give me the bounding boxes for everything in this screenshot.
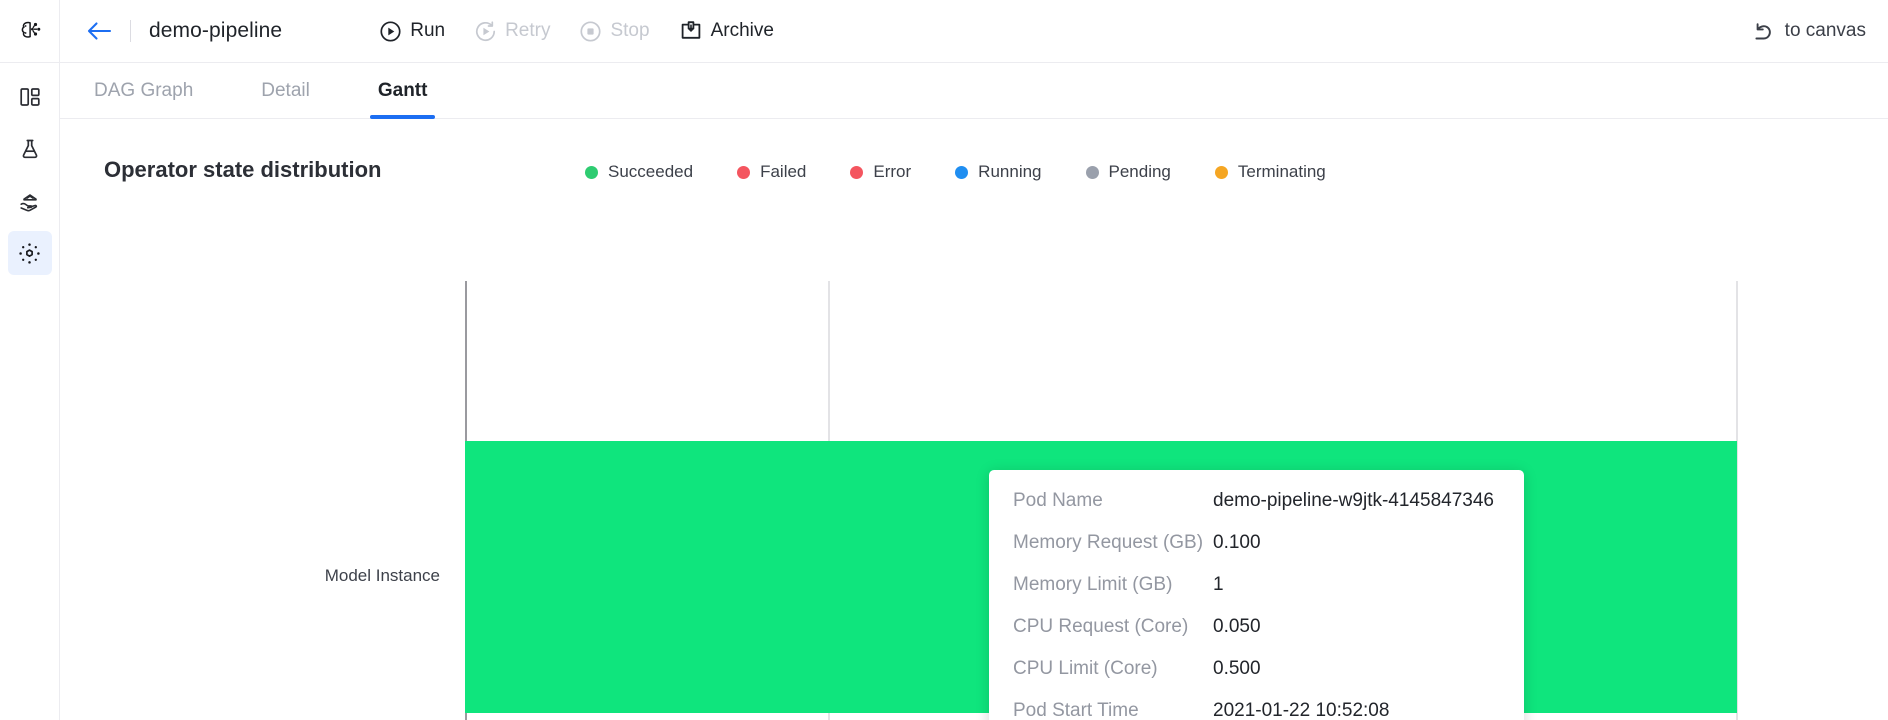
tooltip-key-memory-request: Memory Request (GB)	[1013, 532, 1204, 553]
stop-circle-icon	[580, 20, 602, 42]
retry-circle-icon	[476, 20, 496, 41]
tooltip-row-pod-start-time: Pod Start Time 2021-01-22 10:52:08	[1013, 700, 1500, 720]
main-column: demo-pipeline Run Retry Stop Archive to …	[60, 0, 1888, 720]
tooltip-row-memory-request: Memory Request (GB) 0.100	[1013, 532, 1500, 574]
tooltip-key-cpu-limit: CPU Limit (Core)	[1013, 658, 1158, 679]
tooltip-value-cpu-limit: 0.500	[1213, 658, 1261, 679]
app-root: demo-pipeline Run Retry Stop Archive to …	[0, 0, 1888, 720]
header-toolbar: Run Retry Stop Archive	[380, 20, 774, 42]
stop-button-label: Stop	[610, 20, 650, 41]
sidebar-item-serving[interactable]	[8, 179, 52, 223]
tooltip-key-pod-name: Pod Name	[1013, 490, 1103, 511]
tooltip-key-memory-limit: Memory Limit (GB)	[1013, 574, 1173, 595]
tab-dag-graph-label: DAG Graph	[94, 79, 194, 101]
stop-button[interactable]: Stop	[580, 20, 650, 42]
back-button[interactable]	[86, 20, 112, 42]
tooltip-value-memory-request: 0.100	[1213, 532, 1261, 553]
sidebar-item-dashboard[interactable]	[8, 75, 52, 119]
run-button-label: Run	[410, 20, 446, 41]
dashboard-grid-icon	[19, 88, 40, 106]
undo-arrow-icon	[1755, 23, 1771, 40]
flask-icon	[22, 139, 37, 159]
tab-detail-label: Detail	[261, 79, 310, 101]
tooltip-row-memory-limit: Memory Limit (GB) 1	[1013, 574, 1500, 616]
tooltip-row-cpu-limit: CPU Limit (Core) 0.500	[1013, 658, 1500, 700]
sidebar-item-pipelines[interactable]	[7, 231, 52, 275]
play-circle-icon	[380, 20, 401, 42]
header-divider	[130, 20, 131, 42]
y-axis-label-model-instance: Model Instance	[324, 566, 440, 585]
page-title: demo-pipeline	[149, 19, 283, 42]
archive-button-label: Archive	[710, 20, 774, 41]
tooltip-key-pod-start-time: Pod Start Time	[1013, 700, 1139, 720]
run-button[interactable]: Run	[380, 20, 445, 42]
back-arrow-icon	[87, 22, 112, 40]
to-canvas-button[interactable]: to canvas	[1752, 20, 1866, 42]
app-logo[interactable]	[0, 0, 60, 63]
pod-detail-tooltip: Pod Name demo-pipeline-w9jtk-4145847346 …	[989, 470, 1524, 720]
tooltip-key-cpu-request: CPU Request (Core)	[1013, 616, 1189, 637]
gantt-panel: Operator state distribution Succeeded Fa…	[60, 119, 1888, 720]
sidebar-item-experiments[interactable]	[8, 127, 52, 171]
view-tabs: DAG Graph Detail Gantt	[60, 63, 1888, 119]
gantt-plot: Model Instance 10:52:08 10:52:10 10:52:1…	[60, 119, 1888, 720]
gear-target-icon	[19, 242, 40, 264]
tooltip-value-pod-start-time: 2021-01-22 10:52:08	[1213, 700, 1390, 720]
archive-button[interactable]: Archive	[680, 20, 774, 42]
tab-detail[interactable]: Detail	[253, 63, 318, 118]
rail-item-list	[7, 63, 52, 275]
retry-button[interactable]: Retry	[475, 20, 550, 42]
archive-box-icon	[681, 21, 700, 39]
tooltip-value-memory-limit: 1	[1213, 574, 1224, 595]
tooltip-value-cpu-request: 0.050	[1213, 616, 1261, 637]
to-canvas-label: to canvas	[1784, 20, 1866, 41]
retry-button-label: Retry	[505, 20, 551, 41]
page-header: demo-pipeline Run Retry Stop Archive to …	[60, 0, 1888, 63]
tab-dag-graph[interactable]: DAG Graph	[86, 63, 201, 118]
hand-serving-icon	[19, 194, 37, 212]
tooltip-row-pod-name: Pod Name demo-pipeline-w9jtk-4145847346	[1013, 490, 1500, 532]
tooltip-row-cpu-request: CPU Request (Core) 0.050	[1013, 616, 1500, 658]
brain-network-logo-icon	[21, 21, 40, 38]
tooltip-value-pod-name: demo-pipeline-w9jtk-4145847346	[1213, 490, 1494, 511]
left-nav-rail	[0, 0, 60, 720]
tab-gantt[interactable]: Gantt	[369, 63, 436, 119]
tab-gantt-label: Gantt	[377, 79, 428, 101]
